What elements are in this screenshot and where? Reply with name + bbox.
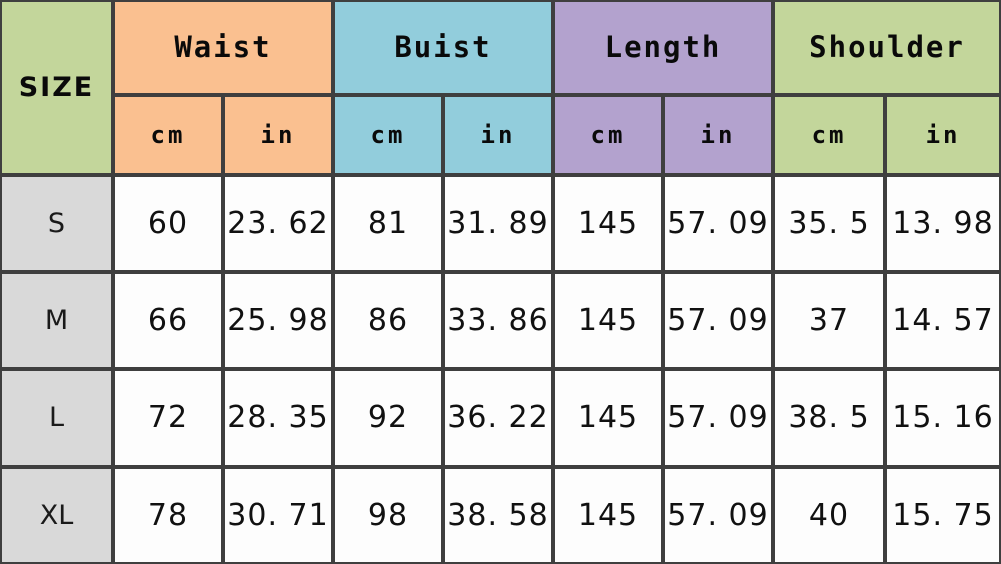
cell-buist-in: 36. 22: [443, 369, 553, 467]
row-size-label: XL: [0, 466, 113, 564]
header-unit-length-cm: cm: [553, 94, 663, 175]
header-unit-waist-in: in: [223, 94, 333, 175]
header-size: SIZE: [0, 0, 113, 175]
cell-length-in: 57. 09: [663, 271, 774, 370]
table-row: L 72 28. 35 92 36. 22 145 57. 09 38. 5 1…: [0, 369, 1001, 467]
table-row: M 66 25. 98 86 33. 86 145 57. 09 37 14. …: [0, 271, 1001, 370]
header-group-shoulder: Shoulder: [773, 0, 1001, 95]
header-group-length: Length: [553, 0, 774, 95]
cell-shoulder-cm: 35. 5: [773, 174, 886, 272]
header-unit-buist-cm: cm: [333, 94, 443, 175]
cell-waist-in: 28. 35: [223, 369, 333, 467]
cell-waist-in: 25. 98: [223, 271, 333, 370]
cell-length-cm: 145: [553, 271, 663, 370]
cell-shoulder-in: 14. 57: [885, 271, 1001, 370]
cell-buist-in: 31. 89: [443, 174, 553, 272]
cell-buist-cm: 98: [333, 466, 443, 564]
row-size-label: L: [0, 369, 113, 467]
cell-shoulder-in: 15. 75: [885, 466, 1001, 564]
cell-waist-cm: 72: [113, 369, 223, 467]
cell-length-cm: 145: [553, 174, 663, 272]
cell-length-in: 57. 09: [663, 174, 774, 272]
table-row: S 60 23. 62 81 31. 89 145 57. 09 35. 5 1…: [0, 174, 1001, 272]
row-size-label: S: [0, 174, 113, 272]
cell-shoulder-cm: 37: [773, 271, 886, 370]
cell-waist-in: 30. 71: [223, 466, 333, 564]
cell-length-cm: 145: [553, 369, 663, 467]
cell-shoulder-cm: 40: [773, 466, 886, 564]
cell-buist-in: 33. 86: [443, 271, 553, 370]
cell-shoulder-in: 15. 16: [885, 369, 1001, 467]
cell-buist-in: 38. 58: [443, 466, 553, 564]
cell-length-cm: 145: [553, 466, 663, 564]
cell-buist-cm: 92: [333, 369, 443, 467]
header-row-units: cm in cm in cm in cm in: [0, 94, 1001, 175]
cell-waist-cm: 78: [113, 466, 223, 564]
header-unit-length-in: in: [663, 94, 774, 175]
header-unit-waist-cm: cm: [113, 94, 223, 175]
row-size-label: M: [0, 271, 113, 370]
size-chart-table: SIZE Waist Buist Length Shoulder cm in c…: [0, 0, 1001, 564]
cell-buist-cm: 81: [333, 174, 443, 272]
table-row: XL 78 30. 71 98 38. 58 145 57. 09 40 15.…: [0, 466, 1001, 564]
cell-waist-cm: 60: [113, 174, 223, 272]
header-group-buist: Buist: [333, 0, 553, 95]
header-group-waist: Waist: [113, 0, 333, 95]
cell-buist-cm: 86: [333, 271, 443, 370]
cell-waist-in: 23. 62: [223, 174, 333, 272]
header-unit-shoulder-in: in: [885, 94, 1001, 175]
header-row-groups: SIZE Waist Buist Length Shoulder: [0, 0, 1001, 175]
cell-shoulder-in: 13. 98: [885, 174, 1001, 272]
cell-waist-cm: 66: [113, 271, 223, 370]
cell-length-in: 57. 09: [663, 466, 774, 564]
cell-shoulder-cm: 38. 5: [773, 369, 886, 467]
cell-length-in: 57. 09: [663, 369, 774, 467]
header-unit-buist-in: in: [443, 94, 553, 175]
header-unit-shoulder-cm: cm: [773, 94, 886, 175]
